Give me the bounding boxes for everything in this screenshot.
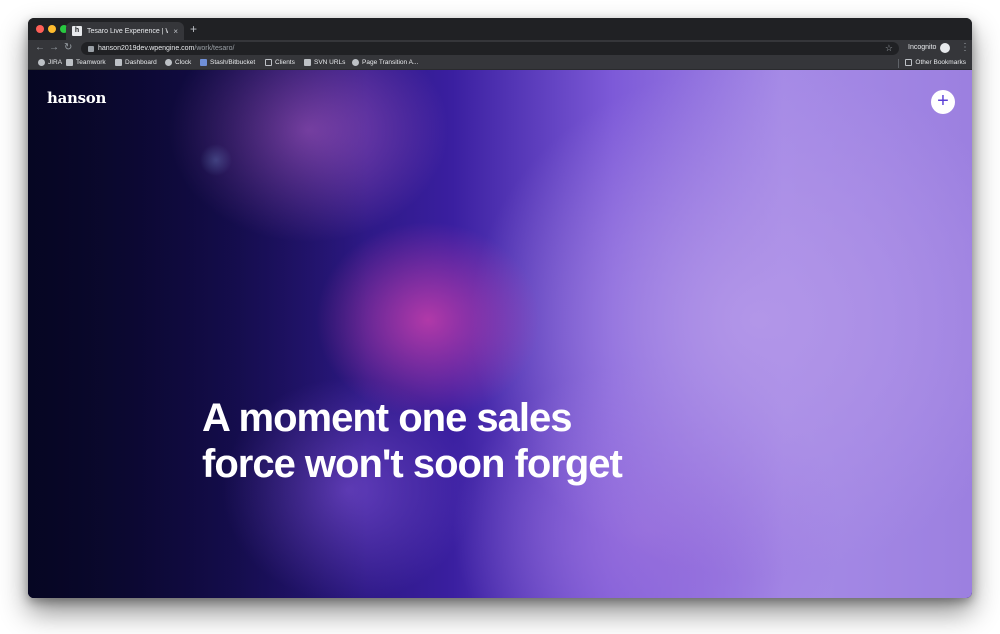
plus-menu-button[interactable]: + [931,90,955,114]
bookmarks-bar: JIRA Teamwork Dashboard Clock Stash/Bitb… [28,57,972,70]
jira-icon [38,59,45,66]
forward-arrow-icon[interactable]: → [49,42,59,54]
bookmark-label: Stash/Bitbucket [210,59,256,66]
bookmark-label: SVN URLs [314,59,346,66]
close-tab-icon[interactable]: × [173,27,178,36]
bookmark-item[interactable]: Page Transition A... [352,59,418,66]
bookmark-item[interactable]: Clients [265,59,295,66]
clock-icon [165,59,172,66]
folder-icon [265,59,272,66]
bookmark-label: Dashboard [125,59,157,66]
hero-shade-overlay [28,70,368,598]
other-bookmarks[interactable]: Other Bookmarks [905,59,966,66]
folder-icon [905,59,913,66]
incognito-label: Incognito [908,44,937,51]
address-bar[interactable]: hanson2019dev.wpengine.com/work/tesaro/ … [81,42,899,55]
hanson-logo[interactable]: hanson [47,89,106,107]
other-bookmarks-label: Other Bookmarks [915,59,966,66]
gear-icon [352,59,359,66]
bookmark-label: Clients [275,59,295,66]
close-window-icon[interactable] [36,25,44,33]
url-path: /work/tesaro/ [194,45,235,52]
minimize-window-icon[interactable] [48,25,56,33]
bookmark-item[interactable]: Dashboard [115,59,157,66]
bookmark-label: Teamwork [76,59,106,66]
url-text: hanson2019dev.wpengine.com/work/tesaro/ [98,45,234,52]
bitbucket-icon [200,59,207,66]
bookmark-item[interactable]: SVN URLs [304,59,345,66]
bookmark-item[interactable]: Clock [165,59,191,66]
bookmark-label: JIRA [48,59,63,66]
bookmark-item[interactable]: Stash/Bitbucket [200,59,255,66]
reload-icon[interactable]: ↻ [64,42,72,54]
bookmark-star-icon[interactable]: ☆ [885,42,893,55]
incognito-icon[interactable] [940,43,950,53]
tab-strip: h Tesaro Live Experience | Work × + [28,18,972,40]
bookmarks-divider [898,59,899,68]
page-viewport: hanson + A moment one sales force won't … [28,70,972,598]
more-menu-icon[interactable]: ⋮ [960,41,970,55]
new-tab-button[interactable]: + [190,23,197,35]
lock-icon [88,45,94,52]
bookmark-label: Page Transition A... [362,59,419,66]
url-host: hanson2019dev.wpengine.com [98,45,195,52]
browser-tab[interactable]: h Tesaro Live Experience | Work × [66,22,184,40]
bookmark-label: Clock [175,59,192,66]
h-favicon-icon [304,59,311,66]
browser-toolbar: ← → ↻ hanson2019dev.wpengine.com/work/te… [28,40,972,57]
tab-title: Tesaro Live Experience | Work [87,27,168,35]
h-favicon-icon: h [72,26,82,36]
bookmark-item[interactable]: Teamwork [66,59,106,66]
browser-window: h Tesaro Live Experience | Work × + ← → … [28,18,972,598]
bookmark-item[interactable]: JIRA [38,59,62,66]
back-arrow-icon[interactable]: ← [35,42,45,54]
hero-headline: A moment one sales force won't soon forg… [202,396,623,486]
h-favicon-icon [66,59,73,66]
h-favicon-icon [115,59,122,66]
